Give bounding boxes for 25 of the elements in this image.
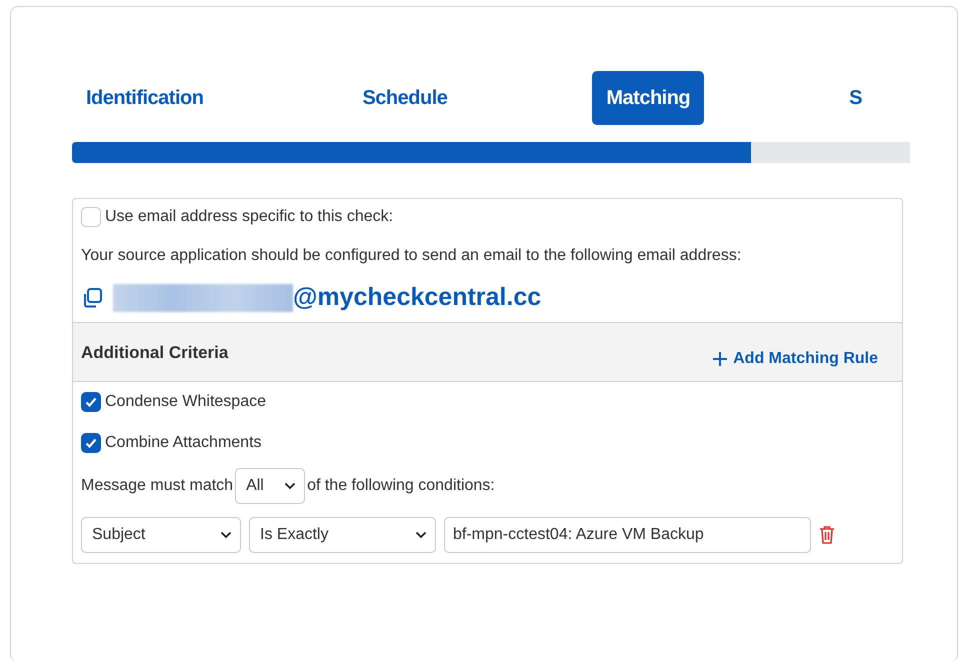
email-address: @mycheckcentral.cc [293,283,542,312]
checkbox-label: Condense Whitespace [105,393,266,411]
step-tab[interactable]: S [835,71,876,125]
chevron-icon [220,531,232,539]
match-label: of the following conditions: [307,477,495,495]
step-tab[interactable]: Identification [72,71,218,125]
value-field[interactable]: bf-mpn-cctest04: Azure VM Backup [444,517,811,553]
chevron-icon [284,482,296,490]
copy-icon[interactable] [81,286,103,308]
section-title: Additional Criteria [81,343,228,363]
operator-select[interactable]: Is Exactly [249,517,436,553]
checkbox-label: Use email address specific to this check: [105,208,394,226]
checkbox[interactable] [81,392,101,412]
step-tab[interactable]: Schedule [348,71,462,125]
field-select[interactable]: Subject [81,517,241,553]
step-tab[interactable]: Matching [592,71,704,125]
delete-icon[interactable] [819,525,835,545]
checkbox[interactable] [81,433,101,453]
match-select[interactable]: All [235,468,306,504]
instruction-text: Your source application should be configured to send an email to the following email address: [81,247,742,265]
chevron-icon [415,531,427,539]
match-label: Message must match [81,477,234,495]
add-rule-button[interactable]: Add Matching Rule [712,350,878,368]
plus-icon [712,351,728,367]
checkbox-label: Combine Attachments [105,434,262,452]
